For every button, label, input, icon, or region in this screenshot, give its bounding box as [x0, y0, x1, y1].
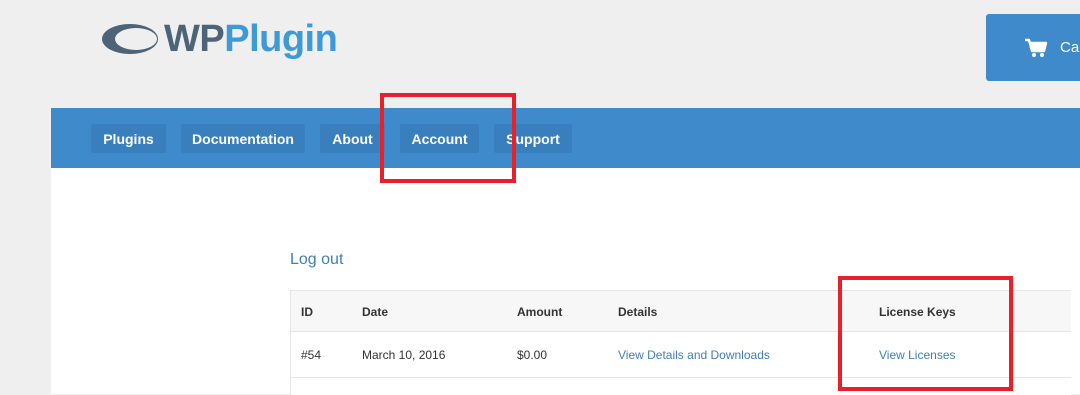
- nav-item-about[interactable]: About: [320, 124, 385, 153]
- logout-link[interactable]: Log out: [290, 251, 343, 269]
- cart-label: Ca: [1060, 39, 1080, 56]
- cart-button[interactable]: Ca: [986, 14, 1080, 81]
- row-date: March 10, 2016: [362, 348, 446, 362]
- header-date: Date: [362, 305, 389, 319]
- header-details: Details: [618, 305, 658, 319]
- header-id: ID: [301, 305, 313, 319]
- purchase-history-table: ID Date Amount Details License Keys #54 …: [290, 290, 1071, 395]
- logo-wp-text: WP: [164, 18, 225, 60]
- nav-item-documentation[interactable]: Documentation: [181, 124, 305, 153]
- view-licenses-link[interactable]: View Licenses: [879, 349, 956, 361]
- table-header: ID Date Amount Details License Keys: [291, 291, 1071, 332]
- nav-item-plugins[interactable]: Plugins: [91, 124, 166, 153]
- table-row: #54 March 10, 2016 $0.00 View Details an…: [291, 332, 1071, 378]
- cart-icon: [1025, 38, 1048, 57]
- header-license-keys: License Keys: [879, 305, 956, 319]
- nav-item-support[interactable]: Support: [494, 124, 572, 153]
- row-amount: $0.00: [517, 348, 548, 362]
- view-details-link[interactable]: View Details and Downloads: [618, 349, 770, 361]
- main-nav: Plugins Documentation About Account Supp…: [51, 108, 1080, 168]
- ring-logo-icon: [102, 24, 158, 54]
- logo-text: WPPlugin: [164, 18, 338, 60]
- row-id: #54: [301, 348, 322, 362]
- header-amount: Amount: [517, 305, 563, 319]
- site-logo[interactable]: WPPlugin: [100, 14, 338, 64]
- nav-item-account[interactable]: Account: [400, 124, 479, 153]
- logo-plugin-text: Plugin: [224, 18, 338, 60]
